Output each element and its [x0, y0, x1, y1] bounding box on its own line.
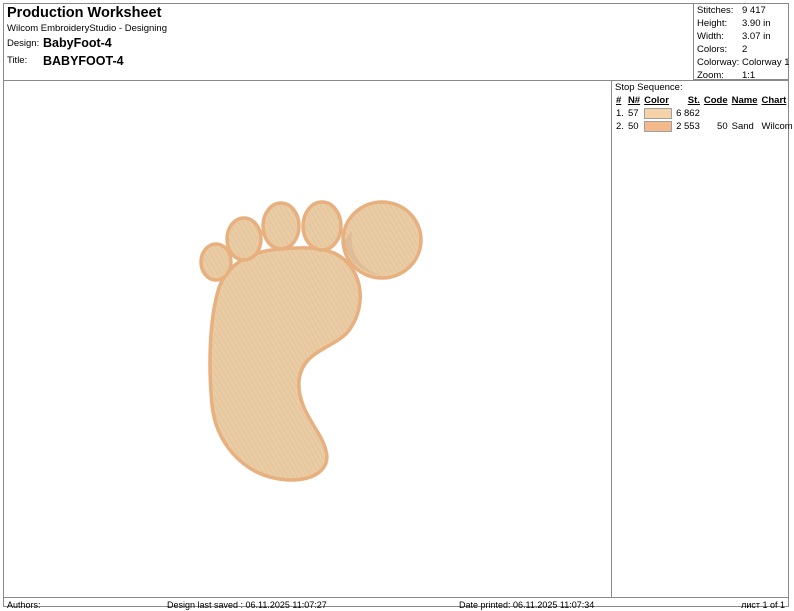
stop-sequence-title: Stop Sequence:: [615, 82, 683, 93]
big-toe: [341, 200, 423, 280]
design-title: BABYFOOT-4: [43, 54, 124, 68]
col-color: Color: [644, 95, 669, 106]
document-title: Production Worksheet: [7, 5, 162, 21]
color-swatch: [644, 120, 673, 132]
small-toe-2: [225, 216, 263, 262]
small-toe-1: [199, 242, 233, 282]
stop-sequence-table: # N# Color St. Code Name Chart 1. 57 6 8…: [614, 94, 794, 133]
title-label: Title:: [7, 55, 28, 66]
foot-sole-shape: [208, 246, 362, 482]
worksheet-footer: Authors: Design last saved : 06.11.2025 …: [4, 597, 788, 610]
baby-foot-embroidery-icon: [199, 200, 423, 482]
color-swatch: [644, 107, 673, 119]
col-name: Name: [731, 95, 758, 106]
stop-sequence-panel: Stop Sequence: # N# Color St. Code Name …: [611, 80, 793, 598]
design-stats-panel: Stitches: 9 417 Height: 3.90 in Width: 3.07…: [693, 3, 790, 81]
page-number: лист 1 of 1: [741, 600, 785, 610]
authors-label: Authors:: [7, 600, 41, 610]
table-row: 1. 57 6 862: [616, 107, 700, 119]
col-code: Code: [703, 95, 728, 106]
col-chart: Chart: [761, 95, 787, 106]
application-name: Wilcom EmbroideryStudio - Designing: [7, 23, 167, 34]
table-row: 2. 50 2 553 50 Sand Wilcom: [616, 120, 793, 132]
design-name: BabyFoot-4: [43, 36, 112, 50]
stop-table-header: # N# Color St. Code Name Chart: [614, 94, 794, 107]
col-index: #: [616, 95, 622, 106]
last-saved-date: Design last saved : 06.11.2025 11:07:27: [167, 600, 327, 610]
worksheet-page: Production Worksheet Wilcom EmbroiderySt…: [3, 3, 793, 610]
small-toe-3: [261, 201, 301, 251]
col-stitches: St.: [687, 95, 700, 106]
design-label: Design:: [7, 38, 40, 49]
small-toe-4: [301, 200, 343, 252]
printed-date: Date printed: 06.11.2025 11:07:34: [459, 600, 595, 610]
design-preview-area: [4, 81, 611, 597]
col-number: N#: [627, 95, 641, 106]
worksheet-header: Production Worksheet Wilcom EmbroiderySt…: [4, 4, 696, 80]
